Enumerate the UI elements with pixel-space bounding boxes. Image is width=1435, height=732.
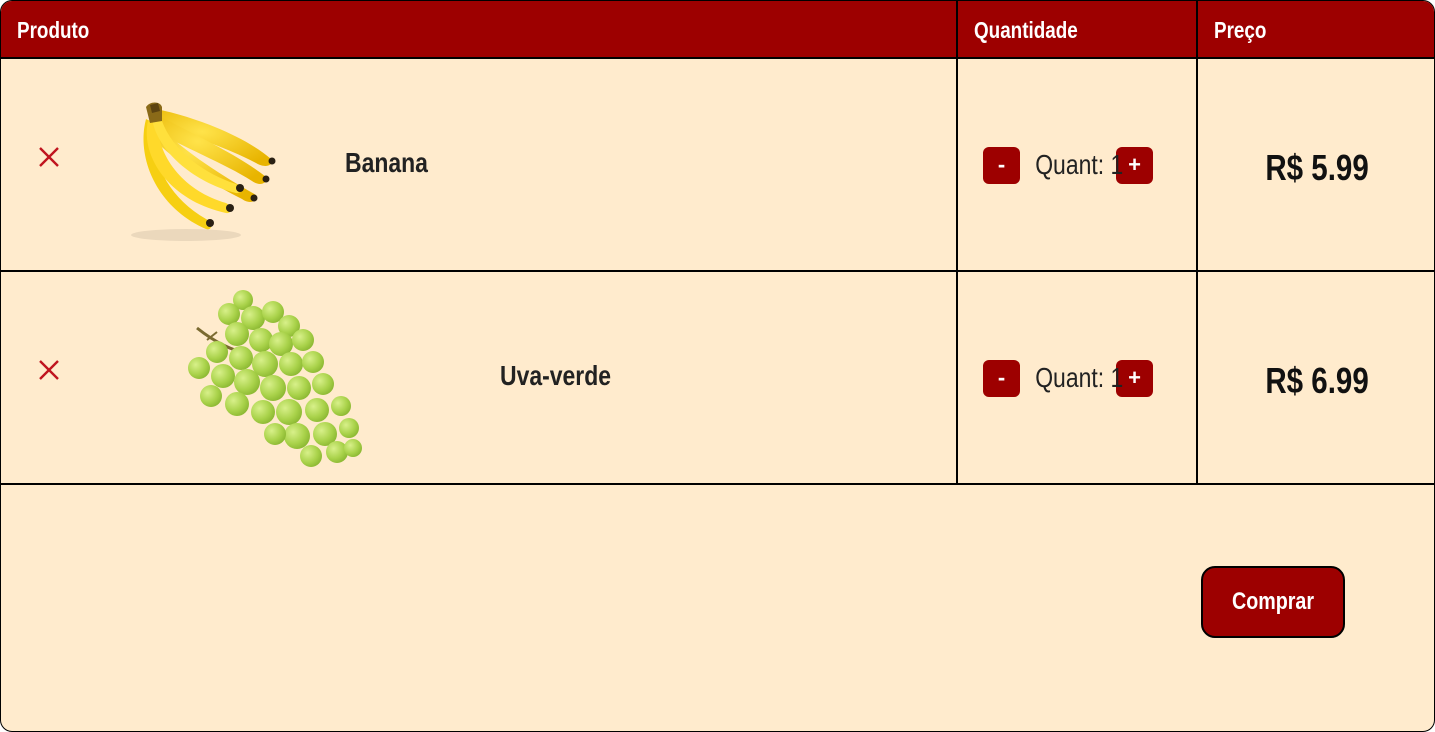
header-price: Preço	[1214, 17, 1267, 43]
product-name: Banana	[345, 147, 428, 178]
banana-image	[131, 102, 276, 241]
buy-button[interactable]: Comprar	[1201, 566, 1345, 638]
close-icon	[39, 360, 59, 380]
quantity-text: Quant: 1	[1035, 362, 1124, 393]
header-quantity: Quantidade	[974, 17, 1078, 43]
close-icon	[39, 147, 59, 167]
table-header: Produto Quantidade Preço	[1, 1, 1434, 59]
product-price: R$ 6.99	[1198, 360, 1434, 402]
product-name: Uva-verde	[500, 360, 612, 391]
quantity-stepper: - Quant: 1 +	[983, 359, 1153, 397]
remove-item-button[interactable]	[36, 144, 62, 170]
product-price: R$ 5.99	[1198, 147, 1434, 189]
shopping-cart: Produto Quantidade Preço Banana - Quant:…	[0, 0, 1435, 732]
quantity-text: Quant: 1	[1035, 149, 1124, 180]
buy-button-label: Comprar	[1231, 588, 1315, 615]
remove-item-button[interactable]	[36, 357, 62, 383]
price-text: R$ 5.99	[1265, 147, 1369, 188]
table-row: Banana - Quant: 1 + R$ 5.99	[1, 59, 1434, 272]
table-row: Uva-verde - Quant: 1 + R$ 6.99	[1, 272, 1434, 485]
decrease-quantity-button[interactable]: -	[983, 146, 1020, 184]
quantity-stepper: - Quant: 1 +	[983, 146, 1153, 184]
decrease-quantity-button[interactable]: -	[983, 359, 1020, 397]
price-text: R$ 6.99	[1265, 360, 1369, 401]
header-product: Produto	[17, 17, 90, 43]
green-grapes-image	[188, 290, 362, 467]
